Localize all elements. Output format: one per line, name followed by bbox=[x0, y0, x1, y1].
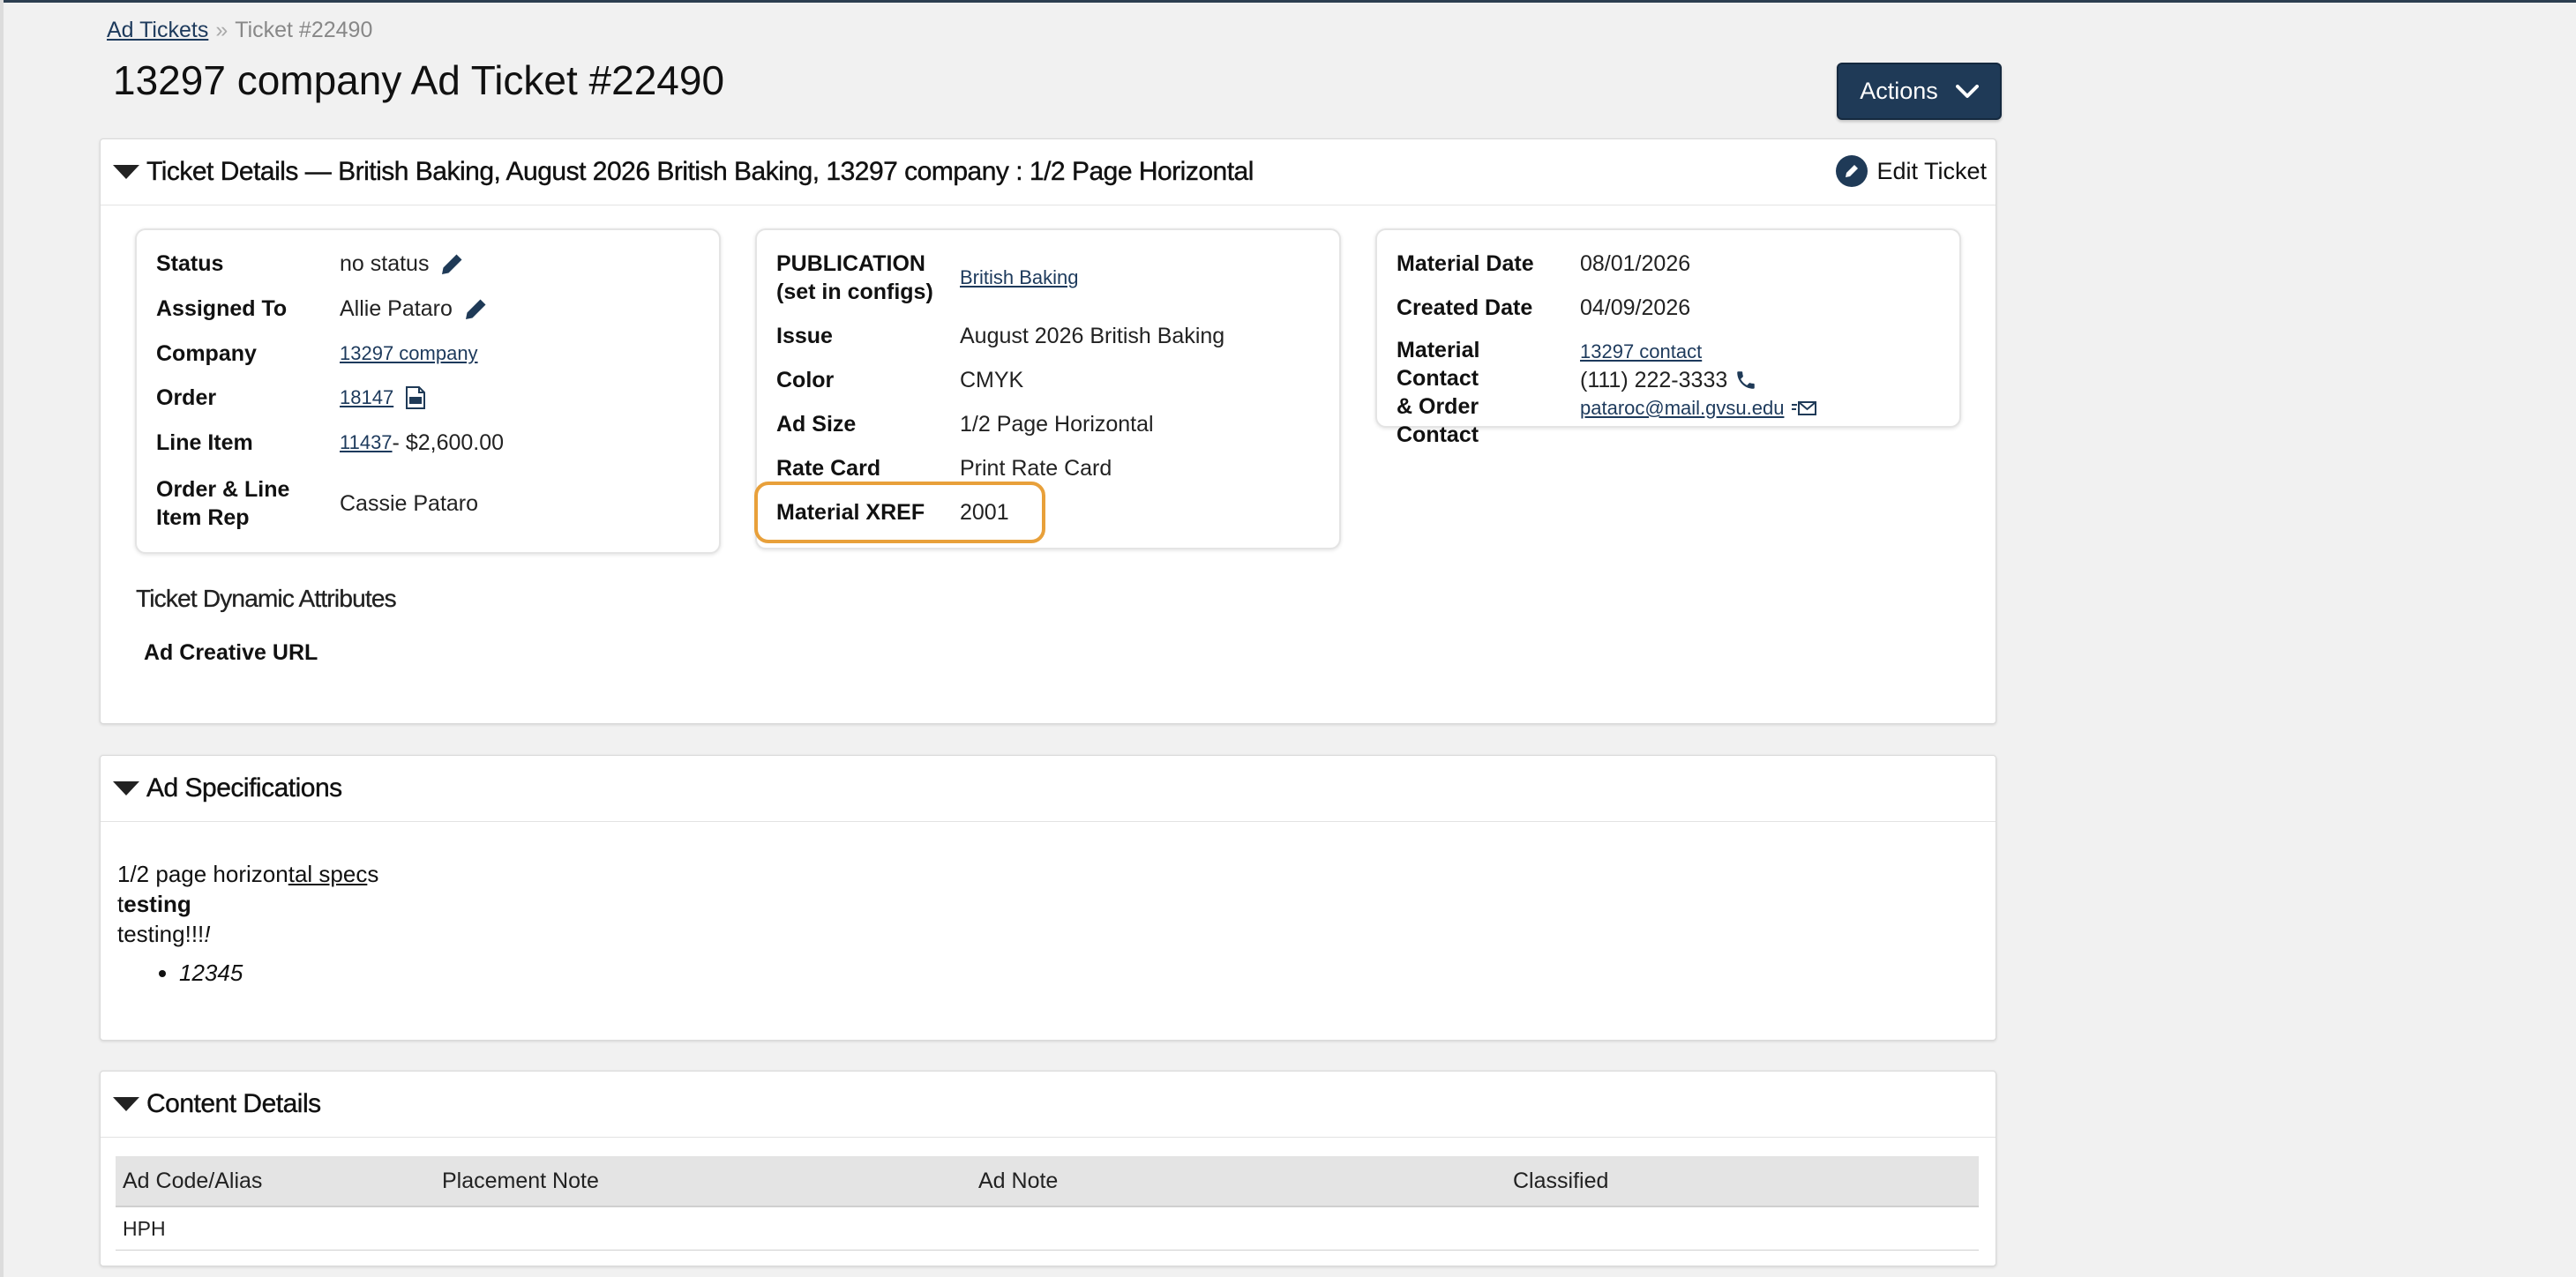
contact-row: Material Contact & Order Contact 13297 cont… bbox=[1397, 336, 1817, 449]
spec-line-3: testing!!!! bbox=[117, 921, 211, 947]
table-cell: HPH bbox=[116, 1206, 435, 1251]
ticket-details-title: Ticket Details — British Baking, August … bbox=[146, 157, 1254, 186]
actions-button[interactable]: Actions bbox=[1837, 63, 2002, 120]
color-label: Color bbox=[776, 368, 835, 392]
content-details-panel: Content Details Ad Code/Alias Placement … bbox=[100, 1071, 1996, 1266]
contact-phone: (111) 222-3333 bbox=[1580, 368, 1728, 392]
issue-row: Issue August 2026 British Baking bbox=[776, 322, 1224, 350]
created-date-value: 04/09/2026 bbox=[1580, 295, 1691, 320]
column-header[interactable]: Classified bbox=[1506, 1156, 1979, 1207]
line-item-row: Line Item 11437 - $2,600.00 bbox=[156, 429, 504, 457]
left-edge bbox=[0, 0, 4, 1277]
rep-value: Cassie Pataro bbox=[340, 491, 479, 516]
ad-creative-url-label: Ad Creative URL bbox=[144, 640, 318, 665]
publication-label: PUBLICATION (set in configs) bbox=[776, 251, 933, 304]
issue-value: August 2026 British Baking bbox=[960, 324, 1225, 348]
line-item-label: Line Item bbox=[156, 430, 253, 455]
assigned-label: Assigned To bbox=[156, 296, 288, 321]
actions-label: Actions bbox=[1860, 78, 1938, 104]
caret-down-icon[interactable] bbox=[113, 781, 139, 795]
order-label: Order bbox=[156, 385, 217, 410]
status-row: Status no status bbox=[156, 250, 466, 278]
table-cell bbox=[435, 1206, 971, 1251]
table-cell bbox=[1506, 1206, 1979, 1251]
table-cell bbox=[971, 1206, 1506, 1251]
column-header[interactable]: Ad Code/Alias bbox=[116, 1156, 435, 1207]
spec-list: 12345 bbox=[117, 958, 378, 988]
publication-row: PUBLICATION (set in configs) British Baki… bbox=[776, 250, 1079, 306]
ad-size-row: Ad Size 1/2 Page Horizontal bbox=[776, 410, 1154, 438]
ticket-info-card: Status no status Assigned To Allie Patar… bbox=[135, 228, 721, 554]
company-row: Company 13297 company bbox=[156, 340, 478, 368]
content-details-table: Ad Code/Alias Placement Note Ad Note Cla… bbox=[116, 1156, 1979, 1251]
rate-card-label: Rate Card bbox=[776, 456, 881, 481]
spec-line-2: testing bbox=[117, 891, 191, 917]
dynamic-attributes-heading: Ticket Dynamic Attributes bbox=[136, 585, 397, 612]
ad-size-value: 1/2 Page Horizontal bbox=[960, 412, 1154, 437]
ticket-details-panel: Ticket Details — British Baking, August … bbox=[100, 138, 1996, 724]
content-details-header[interactable]: Content Details bbox=[101, 1072, 1996, 1138]
rep-row: Order & Line Item Rep Cassie Pataro bbox=[156, 475, 478, 532]
table-row[interactable]: HPH bbox=[116, 1206, 1979, 1251]
material-date-value: 08/01/2026 bbox=[1580, 251, 1691, 276]
column-header[interactable]: Placement Note bbox=[435, 1156, 971, 1207]
table-header-row: Ad Code/Alias Placement Note Ad Note Cla… bbox=[116, 1156, 1979, 1207]
publication-link[interactable]: British Baking bbox=[960, 264, 1079, 292]
color-row: Color CMYK bbox=[776, 366, 1023, 394]
company-link[interactable]: 13297 company bbox=[340, 340, 478, 368]
pencil-icon bbox=[1836, 155, 1868, 187]
issue-label: Issue bbox=[776, 324, 833, 348]
caret-down-icon[interactable] bbox=[113, 165, 139, 179]
assigned-value: Allie Pataro bbox=[340, 296, 453, 321]
material-date-label: Material Date bbox=[1397, 251, 1534, 276]
contact-email-link[interactable]: pataroc@mail.gvsu.edu bbox=[1580, 394, 1784, 422]
ad-specifications-header[interactable]: Ad Specifications bbox=[101, 756, 1996, 822]
spec-line-1: 1/2 page horizontal specs bbox=[117, 861, 379, 887]
edit-ticket-button[interactable]: Edit Ticket bbox=[1836, 155, 1987, 187]
pdf-icon[interactable] bbox=[404, 385, 427, 410]
ad-specs-content: 1/2 page horizontal specs testing testin… bbox=[117, 859, 378, 988]
material-card: Material Date 08/01/2026 Created Date 04… bbox=[1375, 228, 1961, 447]
breadcrumb: Ad Tickets » Ticket #22490 bbox=[107, 18, 372, 43]
ad-specifications-title: Ad Specifications bbox=[146, 773, 343, 803]
order-row: Order 18147 bbox=[156, 384, 427, 412]
pencil-icon[interactable] bbox=[463, 295, 490, 322]
rep-label: Order & Line Item Rep bbox=[156, 477, 290, 530]
ad-specifications-panel: Ad Specifications 1/2 page horizontal sp… bbox=[100, 755, 1996, 1041]
material-xref-highlight bbox=[754, 482, 1045, 543]
breadcrumb-ad-tickets-link[interactable]: Ad Tickets bbox=[107, 18, 208, 42]
page-title: 13297 company Ad Ticket #22490 bbox=[113, 57, 725, 103]
ad-size-label: Ad Size bbox=[776, 412, 857, 437]
color-value: CMYK bbox=[960, 368, 1024, 392]
line-item-amount: - $2,600.00 bbox=[392, 430, 505, 455]
breadcrumb-separator: » bbox=[215, 18, 228, 42]
column-header[interactable]: Ad Note bbox=[971, 1156, 1506, 1207]
chevron-down-icon bbox=[1955, 84, 1979, 98]
rate-card-row: Rate Card Print Rate Card bbox=[776, 454, 1112, 482]
pencil-icon[interactable] bbox=[439, 250, 466, 277]
caret-down-icon[interactable] bbox=[113, 1097, 139, 1111]
company-label: Company bbox=[156, 341, 257, 366]
assigned-row: Assigned To Allie Pataro bbox=[156, 295, 490, 323]
contact-label: Material Contact & Order Contact bbox=[1397, 338, 1480, 447]
breadcrumb-current: Ticket #22490 bbox=[235, 18, 373, 42]
email-icon[interactable] bbox=[1791, 400, 1817, 417]
material-date-row: Material Date 08/01/2026 bbox=[1397, 250, 1690, 278]
spec-list-item: 12345 bbox=[179, 958, 378, 988]
content-details-title: Content Details bbox=[146, 1089, 322, 1118]
line-item-link[interactable]: 11437 bbox=[340, 429, 393, 457]
created-date-label: Created Date bbox=[1397, 295, 1533, 320]
top-border bbox=[0, 0, 2576, 3]
ticket-details-header[interactable]: Ticket Details — British Baking, August … bbox=[101, 139, 1996, 205]
order-link[interactable]: 18147 bbox=[340, 384, 393, 412]
contact-name-link[interactable]: 13297 contact bbox=[1580, 338, 1817, 366]
edit-ticket-label: Edit Ticket bbox=[1876, 157, 1987, 184]
status-value: no status bbox=[340, 251, 430, 276]
status-label: Status bbox=[156, 251, 224, 276]
created-date-row: Created Date 04/09/2026 bbox=[1397, 294, 1690, 322]
rate-card-value: Print Rate Card bbox=[960, 456, 1112, 481]
phone-icon[interactable] bbox=[1734, 369, 1757, 392]
